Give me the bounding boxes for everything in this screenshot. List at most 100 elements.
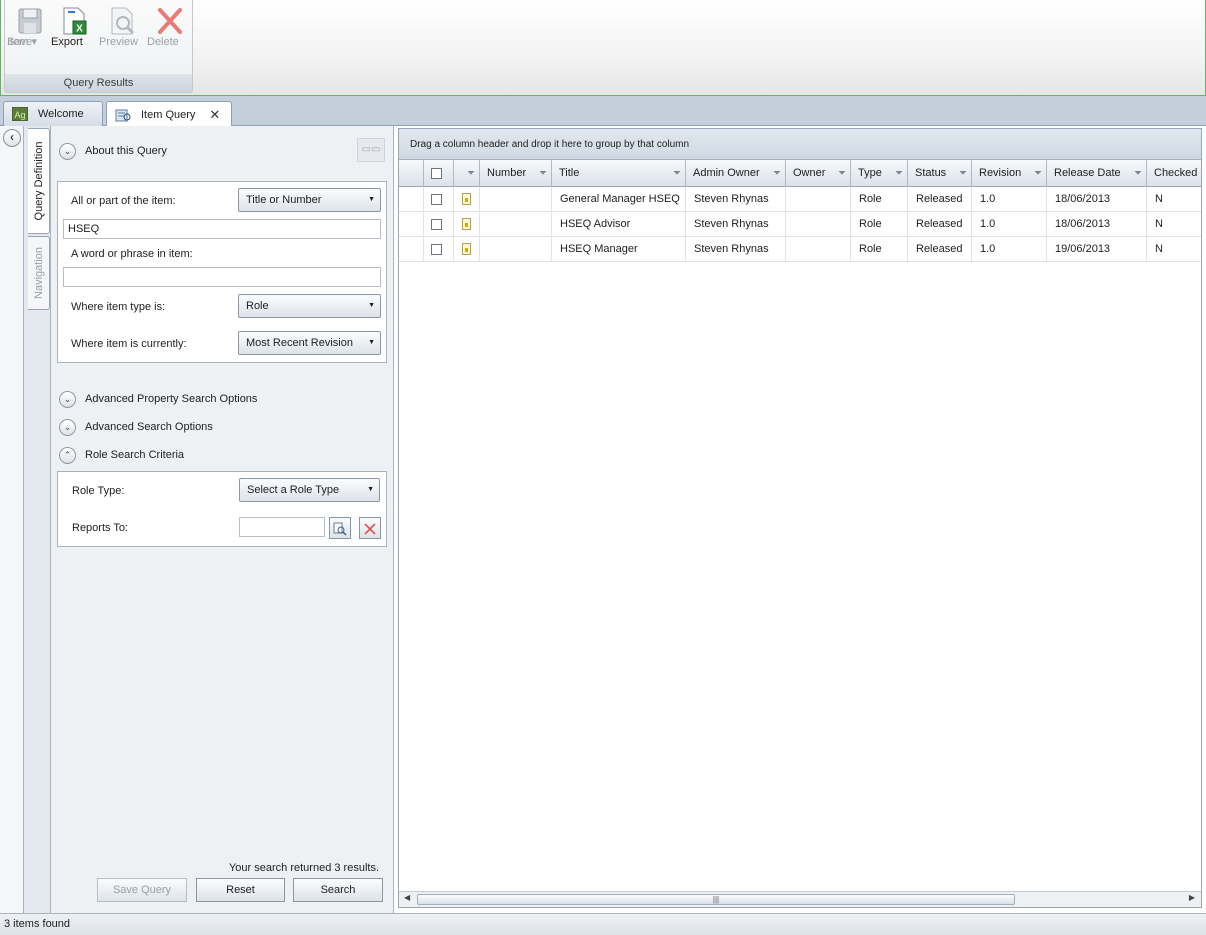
scroll-thumb[interactable]: |||	[417, 894, 1015, 905]
table-row[interactable]: HSEQ Advisor Steven Rhynas Role Released…	[399, 212, 1201, 237]
filter-icon[interactable]: ⏷	[539, 160, 547, 187]
collapse-panel-button[interactable]: ‹	[3, 129, 21, 147]
row-checkbox[interactable]	[431, 193, 442, 205]
cell-title[interactable]: HSEQ Manager	[552, 237, 686, 262]
icon-column-header[interactable]: ⏷	[454, 160, 480, 187]
filter-icon[interactable]: ⏷	[773, 160, 781, 187]
delete-button[interactable]: Delete	[147, 6, 193, 48]
table-row[interactable]: HSEQ Manager Steven Rhynas Role Released…	[399, 237, 1201, 262]
basic-criteria-box: All or part of the item: Title or Number…	[57, 181, 387, 363]
column-header-type[interactable]: Type ⏷	[851, 160, 908, 187]
query-results-group: Save Item ▾ X Export Preview Delete Quer…	[4, 0, 193, 93]
clear-reports-to-button[interactable]	[359, 517, 381, 539]
save-item-button[interactable]: Save Item ▾	[7, 6, 53, 48]
filter-icon[interactable]: ⏷	[838, 160, 846, 187]
cell-release-date: 18/06/2013	[1047, 212, 1147, 237]
filter-icon[interactable]: ⏷	[895, 160, 903, 187]
advanced-property-header[interactable]: ⌄ Advanced Property Search Options	[59, 389, 257, 409]
group-by-drop-zone[interactable]: Drag a column header and drop it here to…	[399, 129, 1201, 160]
role-criteria-header[interactable]: ⌃ Role Search Criteria	[59, 445, 184, 465]
tab-welcome[interactable]: Ag Welcome	[3, 101, 103, 126]
item-scope-select[interactable]: Title or Number ▼	[238, 188, 381, 212]
advanced-property-title: Advanced Property Search Options	[85, 393, 258, 405]
filter-icon[interactable]: ⏷	[673, 160, 681, 187]
filter-icon[interactable]: ⏷	[959, 160, 967, 187]
cell-type: Role	[851, 237, 908, 262]
column-header-label: Owner	[793, 167, 826, 179]
search-button[interactable]: Search	[293, 878, 383, 902]
row-select-cell[interactable]	[424, 212, 454, 237]
column-header-number[interactable]: Number ⏷	[480, 160, 552, 187]
row-checkbox[interactable]	[431, 243, 442, 255]
scroll-right-icon[interactable]: ▶	[1189, 893, 1195, 902]
row-icon-cell	[454, 187, 480, 212]
cell-number	[480, 237, 552, 262]
save-query-button[interactable]: Save Query	[97, 878, 187, 902]
row-select-cell[interactable]	[424, 187, 454, 212]
reports-to-input[interactable]	[239, 517, 325, 537]
app-logo-icon: Ag	[12, 107, 28, 121]
advanced-search-header[interactable]: ⌄ Advanced Search Options	[59, 417, 213, 437]
chevron-left-icon: ‹	[10, 130, 14, 144]
tab-navigation-label: Navigation	[32, 247, 45, 299]
item-type-select[interactable]: Role ▼	[238, 294, 381, 318]
chevron-down-icon: ⌄	[59, 142, 76, 160]
lookup-icon	[333, 522, 347, 536]
item-scope-value: Title or Number	[246, 194, 322, 206]
column-header-label: Title	[559, 167, 580, 179]
phrase-input[interactable]	[63, 267, 381, 287]
tab-query-definition-label: Query Definition	[32, 141, 45, 221]
tab-item-query[interactable]: Item Query ✕	[106, 101, 232, 127]
preview-button[interactable]: Preview	[99, 6, 145, 48]
cell-release-date: 18/06/2013	[1047, 187, 1147, 212]
role-document-icon	[462, 243, 471, 256]
revision-select[interactable]: Most Recent Revision ▼	[238, 331, 381, 355]
dropdown-arrow-icon: ▼	[368, 302, 375, 309]
filter-icon[interactable]: ⏷	[1134, 160, 1142, 187]
cell-title[interactable]: General Manager HSEQ	[552, 187, 686, 212]
filter-icon[interactable]: ⏷	[467, 160, 475, 187]
item-search-input[interactable]: HSEQ	[63, 219, 381, 239]
horizontal-scrollbar[interactable]: ◀ ||| ▶	[399, 891, 1201, 907]
revision-value: Most Recent Revision	[246, 337, 353, 349]
side-tabs: Query Definition Navigation	[24, 126, 51, 913]
cell-title[interactable]: HSEQ Advisor	[552, 212, 686, 237]
dropdown-arrow-icon: ▼	[368, 196, 375, 203]
chevron-down-icon: ⌄	[59, 418, 76, 436]
column-header-revision[interactable]: Revision ⏷	[972, 160, 1047, 187]
filter-icon[interactable]: ⏷	[1034, 160, 1042, 187]
about-query-header[interactable]: ⌄ About this Query	[59, 141, 167, 161]
reports-to-lookup-button[interactable]	[329, 517, 351, 539]
item-label: All or part of the item:	[71, 195, 176, 207]
excel-export-icon: X	[63, 7, 87, 35]
dropdown-arrow-icon: ▼	[367, 486, 374, 493]
close-tab-icon[interactable]: ✕	[209, 107, 220, 123]
preview-icon	[111, 7, 135, 35]
column-header-admin-owner[interactable]: Admin Owner ⏷	[686, 160, 786, 187]
column-header-title[interactable]: Title ⏷	[552, 160, 686, 187]
reset-button[interactable]: Reset	[196, 878, 285, 902]
column-header-status[interactable]: Status ⏷	[908, 160, 972, 187]
column-header-label: Status	[915, 167, 947, 179]
select-all-header[interactable]	[424, 160, 454, 187]
row-checkbox[interactable]	[431, 218, 442, 230]
status-bar: 3 items found	[0, 913, 1206, 935]
role-type-label: Role Type:	[72, 485, 125, 497]
select-all-checkbox[interactable]	[431, 167, 442, 179]
column-header-release-date[interactable]: Release Date ⏷	[1047, 160, 1147, 187]
tab-query-definition[interactable]: Query Definition	[28, 128, 50, 234]
export-button[interactable]: X Export	[51, 6, 97, 48]
row-indicator	[399, 187, 424, 212]
cell-checked: N	[1155, 218, 1163, 230]
table-row[interactable]: General Manager HSEQ Steven Rhynas Role …	[399, 187, 1201, 212]
role-type-select[interactable]: Select a Role Type ▼	[239, 478, 380, 502]
cell-admin-owner: Steven Rhynas	[686, 212, 786, 237]
column-header-owner[interactable]: Owner ⏷	[786, 160, 851, 187]
clear-query-button[interactable]: ▭▭	[357, 138, 385, 162]
column-header-label: Number	[487, 167, 527, 179]
row-select-cell[interactable]	[424, 237, 454, 262]
column-header-checked[interactable]: Checked	[1147, 160, 1203, 187]
scroll-left-icon[interactable]: ◀	[404, 893, 410, 902]
query-icon	[115, 109, 131, 121]
tab-navigation[interactable]: Navigation	[28, 236, 50, 310]
